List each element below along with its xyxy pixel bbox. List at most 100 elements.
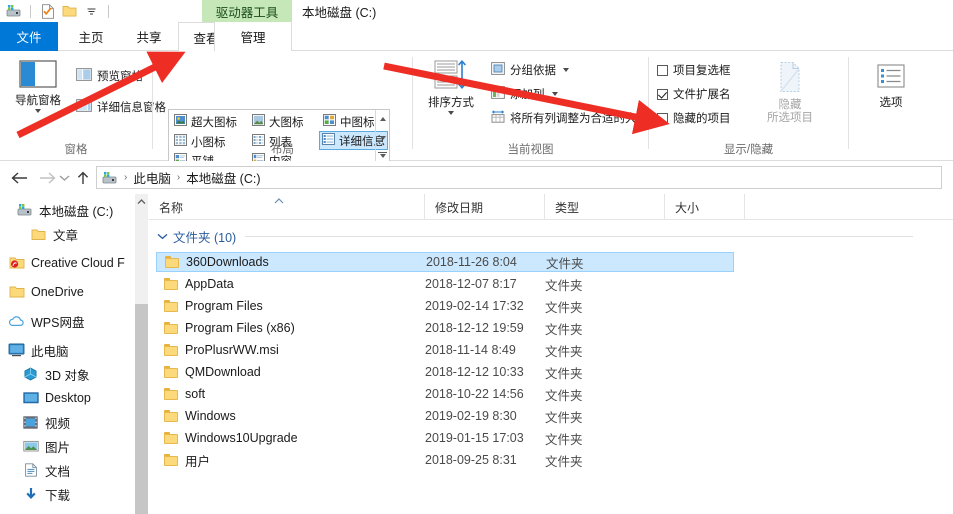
column-label-name: 名称 [159, 199, 183, 216]
table-row[interactable]: Program Files (x86) 2018-12-12 19:59 文件夹 [156, 318, 734, 338]
file-extensions-option[interactable]: 文件扩展名 [657, 86, 731, 102]
breadcrumb-this-pc[interactable]: 此电脑 [133, 168, 171, 187]
gallery-scroll-down-icon[interactable] [380, 136, 386, 140]
sort-ascending-icon [274, 196, 284, 206]
gallery-item-medium-icons[interactable]: 中图标 [321, 112, 377, 131]
tab-home[interactable]: 主页 [62, 22, 120, 51]
sidebar-item-pictures[interactable]: 图片 [0, 434, 70, 458]
address-bar[interactable]: › 此电脑 › 本地磁盘 (C:) [96, 166, 942, 189]
medium-icons-icon [323, 114, 336, 129]
sidebar-item-documents[interactable]: 文档 [0, 458, 70, 482]
item-checkboxes-label: 项目复选框 [673, 62, 731, 78]
gallery-scroll-up-icon[interactable] [380, 117, 386, 121]
add-columns-button[interactable]: 添加列 [491, 86, 558, 102]
table-row[interactable]: QMDownload 2018-12-12 10:33 文件夹 [156, 362, 734, 382]
file-extensions-checkbox[interactable] [657, 89, 668, 100]
hidden-items-checkbox[interactable] [657, 113, 668, 124]
table-row[interactable]: 用户 2018-09-25 8:31 文件夹 [156, 450, 734, 470]
navigation-pane: 本地磁盘 (C:) 文章 Creative Cloud F OneDrive [0, 194, 149, 514]
customize-qat-icon[interactable] [83, 3, 100, 20]
sidebar-label-pictures: 图片 [45, 437, 70, 456]
column-label-type: 类型 [555, 199, 579, 216]
ribbon-group-options: 选项 [849, 51, 953, 161]
item-checkboxes-checkbox[interactable] [657, 65, 668, 76]
table-row[interactable]: Program Files 2019-02-14 17:32 文件夹 [156, 296, 734, 316]
column-header-name[interactable]: 名称 [149, 194, 425, 220]
table-row[interactable]: ProPlusrWW.msi 2018-11-14 8:49 文件夹 [156, 340, 734, 360]
tab-share[interactable]: 共享 [120, 22, 178, 51]
sidebar-item-wenzhang[interactable]: 文章 [0, 222, 78, 246]
gallery-item-extra-large-icons[interactable]: 超大图标 [172, 112, 239, 131]
sidebar-item-local-disk-c[interactable]: 本地磁盘 (C:) [0, 198, 113, 222]
new-folder-icon[interactable] [61, 3, 78, 20]
chevron-down-icon-groupby[interactable] [563, 68, 569, 72]
sidebar-item-downloads[interactable]: 下载 [0, 482, 70, 506]
column-header-type[interactable]: 类型 [545, 194, 665, 220]
table-row[interactable]: 360Downloads 2018-11-26 8:04 文件夹 [156, 252, 734, 272]
row-type-cell: 文件夹 [545, 429, 583, 448]
creative-cloud-icon [8, 255, 25, 272]
sidebar-label-downloads: 下载 [45, 485, 70, 504]
sidebar-item-3d-objects[interactable]: 3D 对象 [0, 362, 89, 386]
column-label-size: 大小 [675, 199, 699, 216]
chevron-down-icon-sort[interactable] [448, 111, 454, 115]
size-all-columns-button[interactable]: 将所有列调整为合适的大小 [491, 110, 648, 126]
column-label-date-modified: 修改日期 [435, 199, 483, 216]
hidden-items-option[interactable]: 隐藏的项目 [657, 110, 731, 126]
group-by-label: 分组依据 [510, 62, 556, 78]
back-button[interactable] [8, 167, 30, 189]
title-bar: 驱动器工具 本地磁盘 (C:) [0, 0, 953, 22]
row-name-cell: Windows [164, 409, 236, 423]
navigation-pane-label: 导航窗格 [15, 95, 61, 108]
breadcrumb-separator-1[interactable]: › [121, 172, 130, 183]
properties-icon[interactable] [39, 3, 56, 20]
row-name-text: soft [185, 387, 205, 401]
gallery-item-large-icons[interactable]: 大图标 [250, 112, 306, 131]
column-header-row: 名称 修改日期 类型 大小 [149, 194, 953, 220]
row-date-cell: 2018-12-12 19:59 [425, 321, 524, 335]
sort-by-button[interactable]: 排序方式 [417, 59, 485, 115]
ribbon-group-panes-label: 窗格 [0, 141, 152, 157]
group-collapse-icon[interactable] [157, 233, 168, 240]
sidebar-label-3d-objects: 3D 对象 [45, 365, 89, 384]
forward-button [36, 167, 58, 189]
group-header-label: 文件夹 (10) [173, 227, 236, 246]
up-button[interactable] [72, 167, 94, 189]
recent-locations-button[interactable] [56, 167, 72, 189]
group-by-button[interactable]: 分组依据 [491, 62, 569, 78]
table-row[interactable]: Windows10Upgrade 2019-01-15 17:03 文件夹 [156, 428, 734, 448]
breadcrumb-separator-2[interactable]: › [174, 172, 183, 183]
sidebar-item-desktop[interactable]: Desktop [0, 386, 91, 410]
column-header-size[interactable]: 大小 [665, 194, 745, 220]
column-header-date-modified[interactable]: 修改日期 [425, 194, 545, 220]
drive-icon [16, 202, 33, 219]
options-button[interactable]: 选项 [863, 63, 919, 110]
sidebar-item-onedrive[interactable]: OneDrive [0, 280, 84, 304]
table-row[interactable]: Windows 2019-02-19 8:30 文件夹 [156, 406, 734, 426]
table-row[interactable]: AppData 2018-12-07 8:17 文件夹 [156, 274, 734, 294]
chevron-down-icon-addcol[interactable] [552, 92, 558, 96]
sidebar-item-videos[interactable]: 视频 [0, 410, 70, 434]
sidebar-item-wps-cloud[interactable]: WPS网盘 [0, 309, 84, 333]
sidebar-label-desktop: Desktop [45, 391, 91, 405]
tab-manage[interactable]: 管理 [214, 22, 292, 51]
sidebar-scroll-up-button[interactable] [135, 194, 148, 210]
sidebar-scrollbar-thumb[interactable] [135, 304, 148, 514]
tab-file[interactable]: 文件 [0, 22, 58, 51]
table-row[interactable]: soft 2018-10-22 14:56 文件夹 [156, 384, 734, 404]
sidebar-item-creative-cloud[interactable]: Creative Cloud F [0, 251, 125, 275]
drive-icon[interactable] [5, 3, 22, 20]
address-bar-row: › 此电脑 › 本地磁盘 (C:) [0, 161, 953, 194]
chevron-down-icon[interactable] [35, 109, 41, 113]
navigation-pane-button[interactable]: 导航窗格 [4, 59, 72, 113]
preview-pane-button[interactable]: 预览窗格 [76, 68, 143, 84]
sidebar-item-this-pc[interactable]: 此电脑 [0, 338, 69, 362]
details-pane-icon [76, 99, 92, 115]
row-type-cell: 文件夹 [545, 297, 583, 316]
group-header-folders[interactable]: 文件夹 (10) [149, 224, 953, 248]
row-name-text: Program Files [185, 299, 263, 313]
breadcrumb-local-disk[interactable]: 本地磁盘 (C:) [186, 168, 260, 187]
item-checkboxes-option[interactable]: 项目复选框 [657, 62, 731, 78]
row-type-cell: 文件夹 [545, 407, 583, 426]
desktop-icon [22, 390, 39, 407]
